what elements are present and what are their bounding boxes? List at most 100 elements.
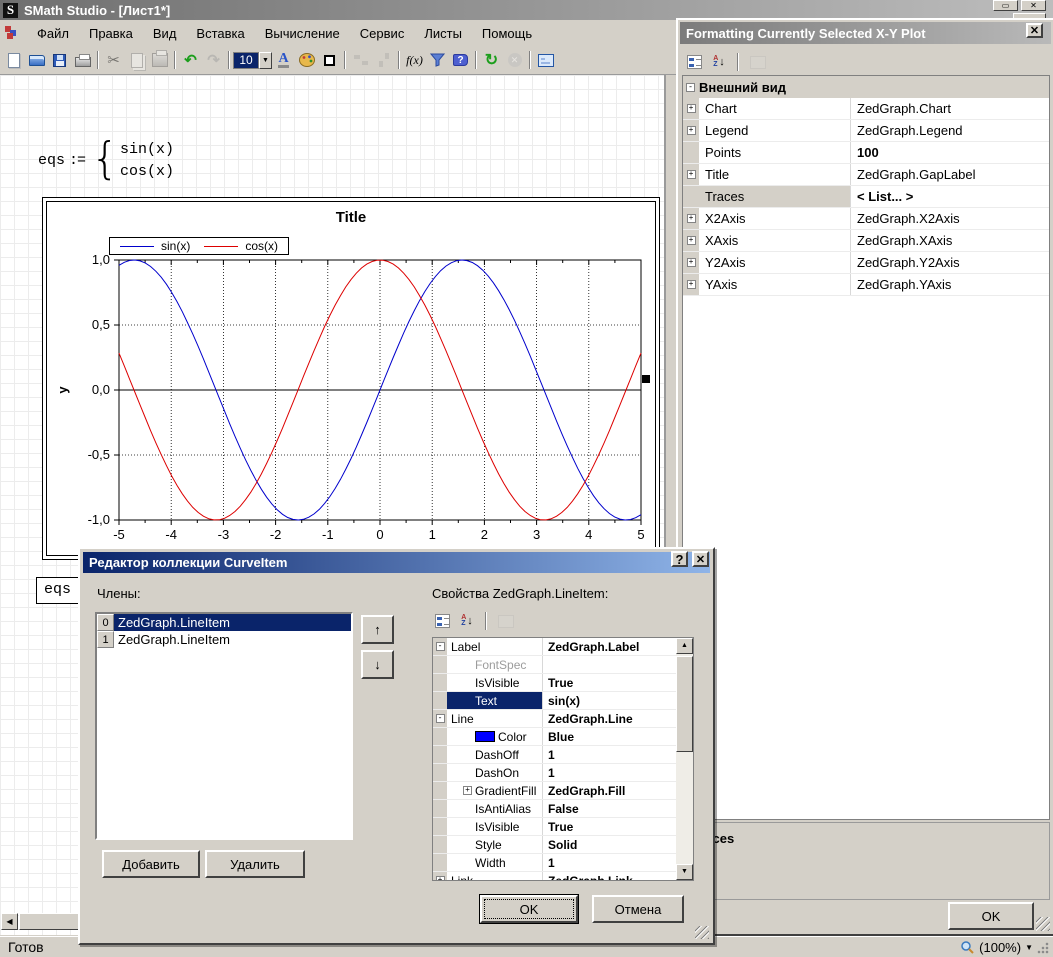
property-row[interactable]: Color Blue <box>433 728 676 746</box>
category-row[interactable]: - Внешний вид <box>683 76 1049 98</box>
property-row[interactable]: Style Solid <box>433 836 676 854</box>
property-row[interactable]: + Legend ZedGraph.Legend <box>683 120 1049 142</box>
save-button[interactable] <box>48 49 71 71</box>
property-value[interactable]: ZedGraph.Line <box>543 710 676 727</box>
property-row[interactable]: Traces < List... > <box>683 186 1049 208</box>
property-row[interactable]: IsVisible True <box>433 818 676 836</box>
panel-ok-button[interactable]: OK <box>948 902 1034 930</box>
open-button[interactable] <box>25 49 48 71</box>
property-row[interactable]: Width 1 <box>433 854 676 872</box>
property-value[interactable]: Solid <box>543 836 676 853</box>
property-name[interactable]: DashOn <box>447 764 543 781</box>
alphabetical-sort-button[interactable]: AZ↓ <box>456 610 478 632</box>
property-name[interactable]: YAxis <box>699 274 851 295</box>
equation-eqs[interactable]: eqs := { sin(x) cos(x) <box>38 133 174 188</box>
property-value[interactable]: Blue <box>543 728 676 745</box>
property-name[interactable]: X2Axis <box>699 208 851 229</box>
property-value[interactable]: ZedGraph.X2Axis <box>851 208 1049 229</box>
property-name[interactable]: Points <box>699 142 851 163</box>
menu-file[interactable]: Файл <box>27 23 79 44</box>
expand-icon[interactable]: + <box>687 214 696 223</box>
print-button[interactable] <box>71 49 94 71</box>
property-value[interactable]: ZedGraph.Chart <box>851 98 1049 119</box>
dialog-resize-grip[interactable] <box>695 926 709 939</box>
cancel-button[interactable]: Отмена <box>592 895 684 923</box>
expand-icon[interactable]: - <box>436 642 445 651</box>
zoom-level[interactable]: (100%) <box>979 940 1021 955</box>
property-value[interactable]: ZedGraph.Link <box>543 872 676 880</box>
property-row[interactable]: IsVisible True <box>433 674 676 692</box>
property-value[interactable]: ZedGraph.YAxis <box>851 274 1049 295</box>
menu-help[interactable]: Помощь <box>472 23 542 44</box>
background-color-button[interactable] <box>295 49 318 71</box>
undo-button[interactable]: ↶ <box>179 49 202 71</box>
property-value[interactable]: sin(x) <box>543 692 676 709</box>
move-down-button[interactable]: ↓ <box>361 650 394 679</box>
property-row[interactable]: + Title ZedGraph.GapLabel <box>683 164 1049 186</box>
expand-icon[interactable]: + <box>687 258 696 267</box>
property-value[interactable]: < List... > <box>851 186 1049 207</box>
xy-plot[interactable]: Title sin(x)cos(x) -5-4-3-2-10123451,00,… <box>42 197 660 560</box>
reference-button[interactable]: ? <box>449 49 472 71</box>
property-name[interactable]: IsVisible <box>447 818 543 835</box>
add-button[interactable]: Добавить <box>102 850 200 878</box>
property-row[interactable]: FontSpec <box>433 656 676 674</box>
property-name[interactable]: -Line <box>447 710 543 727</box>
property-value[interactable]: 1 <box>543 746 676 763</box>
expand-icon[interactable]: + <box>687 280 696 289</box>
insert-function-button[interactable]: f(x) <box>403 49 426 71</box>
property-row[interactable]: + +Link ZedGraph.Link <box>433 872 676 880</box>
property-name[interactable]: XAxis <box>699 230 851 251</box>
font-size-dropdown-icon[interactable]: ▼ <box>259 52 272 69</box>
vscroll-thumb[interactable] <box>676 656 693 752</box>
expand-icon[interactable]: + <box>687 236 696 245</box>
panel-titlebar[interactable]: Formatting Currently Selected X-Y Plot <box>680 22 1051 44</box>
scroll-down-icon[interactable]: ▼ <box>676 864 693 880</box>
property-name[interactable]: +Link <box>447 872 543 880</box>
property-name[interactable]: Style <box>447 836 543 853</box>
font-size-select[interactable]: 10 <box>233 52 259 69</box>
property-row[interactable]: IsAntiAlias False <box>433 800 676 818</box>
property-value[interactable]: True <box>543 818 676 835</box>
scroll-up-icon[interactable]: ▲ <box>676 638 693 654</box>
member-name[interactable]: ZedGraph.LineItem <box>114 614 351 631</box>
property-row[interactable]: + XAxis ZedGraph.XAxis <box>683 230 1049 252</box>
categorized-view-button[interactable] <box>432 610 452 632</box>
property-name[interactable]: Title <box>699 164 851 185</box>
new-button[interactable] <box>2 49 25 71</box>
property-value[interactable]: ZedGraph.Y2Axis <box>851 252 1049 273</box>
filter-button[interactable] <box>426 49 449 71</box>
property-name[interactable]: IsVisible <box>447 674 543 691</box>
property-value[interactable]: ZedGraph.XAxis <box>851 230 1049 251</box>
dialog-close-icon[interactable]: ✕ <box>692 551 709 567</box>
members-listbox[interactable]: 0 ZedGraph.LineItem 1 ZedGraph.LineItem <box>95 612 353 840</box>
property-row[interactable]: Points 100 <box>683 142 1049 164</box>
ok-button[interactable]: OK <box>480 895 578 923</box>
recalculate-button[interactable]: ↻ <box>480 49 503 71</box>
member-name[interactable]: ZedGraph.LineItem <box>114 631 351 648</box>
property-value[interactable]: False <box>543 800 676 817</box>
grid-vscrollbar[interactable]: ▲ ▼ <box>676 638 693 880</box>
panel-close-icon[interactable]: ✕ <box>1026 23 1043 38</box>
zoom-dropdown-icon[interactable]: ▼ <box>1025 943 1033 952</box>
remove-button[interactable]: Удалить <box>205 850 305 878</box>
property-name[interactable]: FontSpec <box>447 656 543 673</box>
property-value[interactable]: ZedGraph.Legend <box>851 120 1049 141</box>
menu-sheets[interactable]: Листы <box>414 23 472 44</box>
expand-icon[interactable]: + <box>463 786 472 795</box>
property-row[interactable]: + YAxis ZedGraph.YAxis <box>683 274 1049 296</box>
border-button[interactable] <box>318 49 341 71</box>
property-name[interactable]: Width <box>447 854 543 871</box>
menu-tools[interactable]: Сервис <box>350 23 415 44</box>
scroll-left-icon[interactable]: ◀ <box>1 913 18 930</box>
resize-handle[interactable] <box>642 375 650 383</box>
member-row[interactable]: 1 ZedGraph.LineItem <box>97 631 351 648</box>
property-row[interactable]: - -Line ZedGraph.Line <box>433 710 676 728</box>
menu-view[interactable]: Вид <box>143 23 187 44</box>
property-name[interactable]: Y2Axis <box>699 252 851 273</box>
property-row[interactable]: + X2Axis ZedGraph.X2Axis <box>683 208 1049 230</box>
expand-icon[interactable]: - <box>436 714 445 723</box>
property-name[interactable]: Chart <box>699 98 851 119</box>
property-value[interactable]: ZedGraph.GapLabel <box>851 164 1049 185</box>
expand-icon[interactable]: + <box>687 170 696 179</box>
